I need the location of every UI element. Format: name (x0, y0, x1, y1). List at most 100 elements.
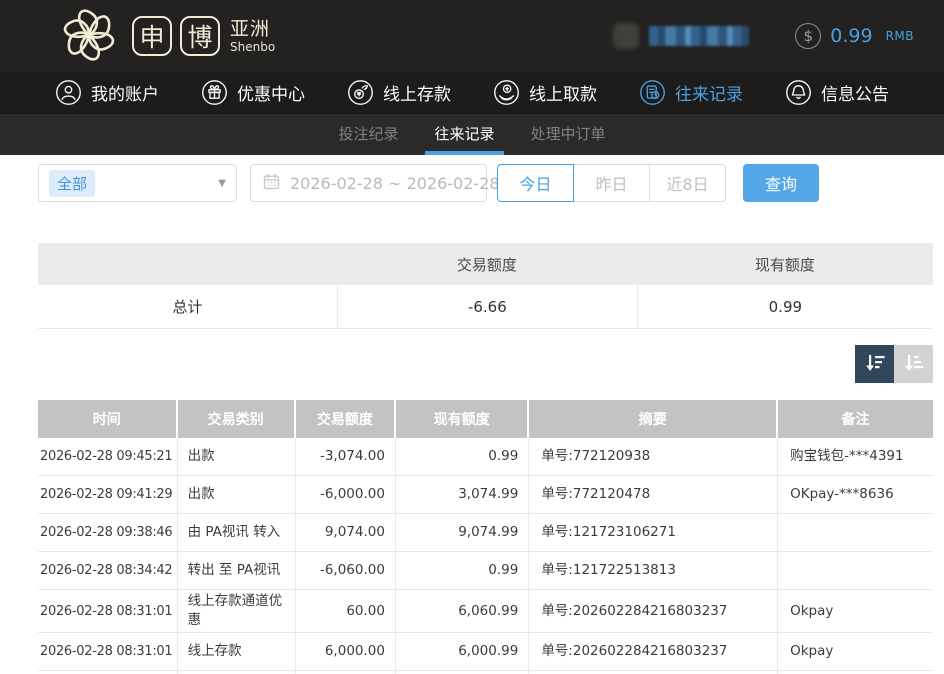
logo-region-en: Shenbo (230, 41, 275, 53)
calendar-icon (263, 173, 280, 194)
cell-col-type: 线上存款通道优惠 (178, 590, 296, 632)
logo-region-cn: 亚洲 (230, 20, 275, 39)
cell-col-balance: 6,000.99 (396, 633, 529, 670)
cell-col-summary: 单号:202602284216803237 (529, 590, 778, 632)
search-button[interactable]: 查询 (743, 164, 819, 202)
table-row: 2026-02-28 09:45:21出款-3,074.000.99单号:772… (38, 438, 933, 476)
bell-icon (785, 79, 812, 106)
quick-date-group: 今日昨日近8日 (497, 164, 726, 202)
cell-col-amount: -3,074.00 (296, 438, 396, 475)
nav-item-label: 优惠中心 (237, 80, 305, 105)
summary-table: 交易额度 现有额度 总计 -6.66 0.99 (38, 243, 933, 329)
nav-item-gift[interactable]: 优惠中心 (201, 79, 305, 106)
summary-total-label: 总计 (38, 285, 337, 328)
tab-2[interactable]: 往来记录 (431, 114, 497, 155)
cell-col-time: 2026-02-28 08:31:01 (38, 633, 178, 670)
date-range-value: 2026-02-28 ~ 2026-02-28 (290, 174, 500, 193)
cell-col-remark (778, 514, 933, 551)
header-col-remark: 备注 (778, 400, 933, 438)
table-body: 2026-02-28 09:45:21出款-3,074.00 0.99 单号:772… (38, 438, 933, 674)
quick-date-button-2[interactable]: 昨日 (573, 164, 650, 202)
cell-col-time: 2026-02-28 09:41:29 (38, 476, 178, 513)
cell-col-time: 2026-02-28 08:34:42 (38, 552, 178, 589)
nav-item-bell[interactable]: 信息公告 (785, 79, 889, 106)
brand-logo: 申 博 亚洲 Shenbo (58, 5, 275, 67)
flower-logo-icon (58, 5, 120, 67)
header-col-type: 交易类别 (178, 400, 296, 438)
cell-col-amount: 9,074.00 (296, 514, 396, 551)
avatar (613, 23, 639, 49)
cell-col-amount: 6,000.00 (296, 633, 396, 670)
logo-char-2: 博 (180, 16, 220, 56)
username-redacted (649, 26, 749, 46)
summary-header-empty (38, 243, 337, 285)
quick-date-button-1[interactable]: 今日 (497, 164, 574, 202)
table-row: 2026-02-28 09:38:46由 PA视讯 转入9,074.009,07… (38, 514, 933, 552)
header-col-amount: 交易额度 (296, 400, 396, 438)
sort-ascending-button[interactable] (894, 345, 933, 383)
cell-col-summary: 单号:772120938 (529, 438, 778, 475)
cell-col-balance: 3,074.99 (396, 476, 529, 513)
cell-col-summary: 单号:121722513813 (529, 552, 778, 589)
date-range-input[interactable]: 2026-02-28 ~ 2026-02-28 (250, 164, 487, 202)
type-select[interactable]: 全部 ▼ (38, 164, 237, 202)
cell-col-balance: 0.99 (396, 552, 529, 589)
summary-header-trade: 交易额度 (337, 243, 637, 285)
nav-item-withdraw[interactable]: 线上取款 (493, 79, 597, 106)
table-row: 2026-02-28 08:31:01线上存款6,000.006,000.99单… (38, 633, 933, 671)
dollar-circle-icon: $ (795, 23, 821, 49)
balance-display: $ 0.99 RMB (795, 23, 914, 49)
user-area: $ 0.99 RMB (613, 23, 914, 49)
cell-col-amount: 60.00 (296, 590, 396, 632)
logo-region: 亚洲 Shenbo (230, 20, 275, 53)
table-header-row: 时间交易类别交易额度现有额度摘要备注 (38, 400, 933, 438)
nav-item-deposit[interactable]: 线上存款 (347, 79, 451, 106)
cell-col-type: 出款 (178, 438, 296, 475)
chevron-down-icon: ▼ (218, 178, 226, 189)
cell-col-amount: -6,000.00 (296, 476, 396, 513)
nav-item-label: 线上存款 (383, 80, 451, 105)
cell-col-type: 由 PA视讯 转入 (178, 514, 296, 551)
top-header: 申 博 亚洲 Shenbo $ 0.99 RMB (0, 0, 944, 72)
cell-col-balance: 9,074.99 (396, 514, 529, 551)
cell-col-remark: Okpay (778, 590, 933, 632)
sort-descending-icon (863, 351, 887, 378)
transactions-table: 时间交易类别交易额度现有额度摘要备注 2026-02-28 09:45:21出款… (38, 400, 933, 674)
header-col-time: 时间 (38, 400, 178, 438)
sub-tabbar: 投注纪录往来记录处理中订单 (0, 114, 944, 155)
cell-col-time: 2026-02-28 09:45:21 (38, 438, 178, 475)
withdraw-icon (493, 79, 520, 106)
tab-1[interactable]: 投注纪录 (335, 114, 401, 155)
cell-col-type: 线上存款 (178, 633, 296, 670)
nav-item-label: 信息公告 (821, 80, 889, 105)
cell-col-remark: Okpay (778, 633, 933, 670)
tab-3[interactable]: 处理中订单 (528, 114, 609, 155)
summary-balance: 0.99 (637, 285, 933, 328)
gift-icon (201, 79, 228, 106)
nav-item-label: 线上取款 (529, 80, 597, 105)
cell-col-remark (778, 552, 933, 589)
user-icon (55, 79, 82, 106)
cell-col-remark: OKpay-***8636 (778, 476, 933, 513)
sort-toolbar (38, 345, 933, 383)
nav-item-user[interactable]: 我的账户 (55, 79, 159, 106)
summary-header-balance: 现有额度 (637, 243, 933, 285)
content-area: 全部 ▼ 2026-02-28 ~ 2026-02-28 今日昨日近8日 查询 (0, 155, 944, 674)
records-icon (639, 79, 666, 106)
cell-col-amount: -6,060.00 (296, 552, 396, 589)
nav-item-label: 我的账户 (91, 80, 159, 105)
header-col-balance: 现有额度 (396, 400, 529, 438)
sort-descending-button[interactable] (855, 345, 894, 383)
table-row: 2026-02-28 08:34:42转出 至 PA视讯-6,060.000.9… (38, 552, 933, 590)
header-col-summary: 摘要 (529, 400, 778, 438)
nav-item-records[interactable]: 往来记录 (639, 79, 743, 106)
cell-col-summary: 单号:772120478 (529, 476, 778, 513)
type-select-value: 全部 (49, 170, 95, 197)
cell-col-time: 2026-02-28 09:38:46 (38, 514, 178, 551)
cell-col-summary: 单号:121723106271 (529, 514, 778, 551)
summary-header-row: 交易额度 现有额度 (38, 243, 933, 285)
table-row: 2026-02-28 08:31:01线上存款通道优惠60.006,060.99… (38, 590, 933, 633)
cell-col-time: 2026-02-28 08:31:01 (38, 590, 178, 632)
summary-trade-amount: -6.66 (337, 285, 637, 328)
quick-date-button-3[interactable]: 近8日 (649, 164, 726, 202)
